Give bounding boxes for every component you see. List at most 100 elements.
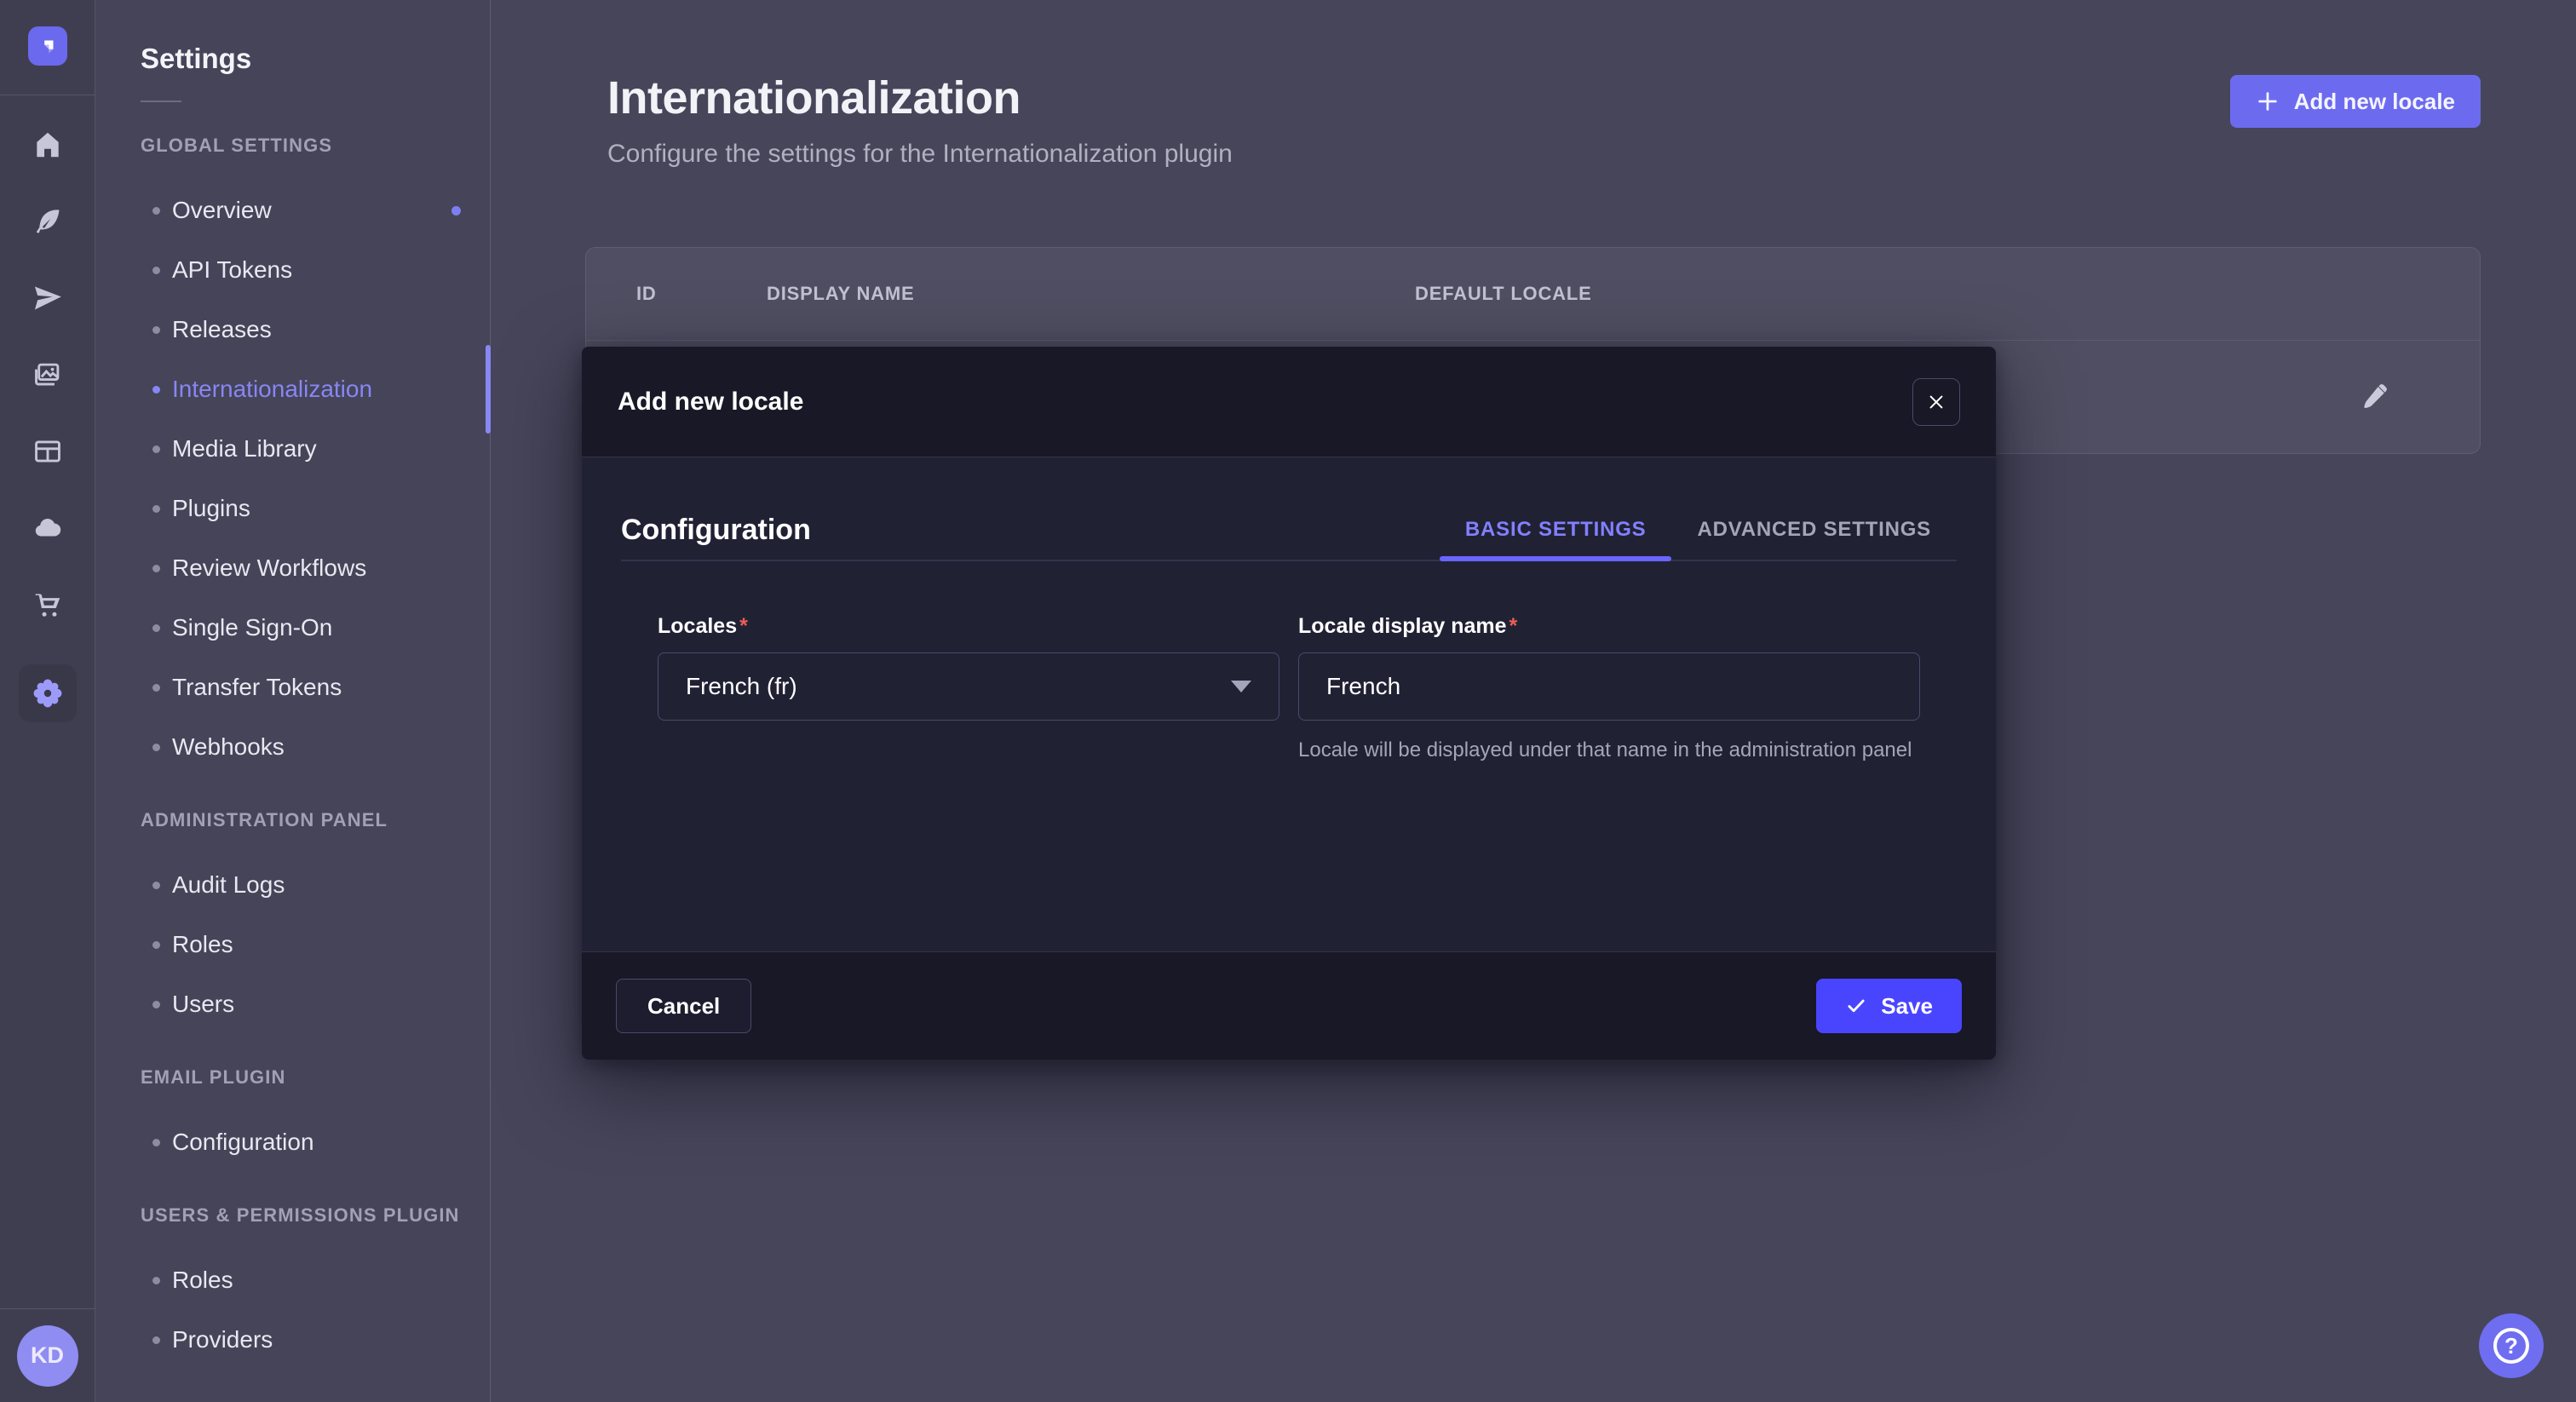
sidebar-item-internationalization[interactable]: Internationalization — [95, 359, 490, 419]
bullet-icon — [152, 1139, 160, 1146]
rail-nav — [19, 128, 77, 722]
section-heading: EMAIL PLUGIN — [95, 1065, 490, 1090]
paper-plane-icon[interactable] — [31, 281, 65, 315]
add-locale-modal: Add new locale Configuration BASIC SETTI… — [582, 347, 1996, 1060]
display-name-input[interactable] — [1298, 652, 1920, 721]
sidebar-item-label: Roles — [172, 1267, 233, 1294]
modal-footer: Cancel Save — [582, 951, 1996, 1060]
media-library-icon[interactable] — [31, 358, 65, 392]
sidebar-item-overview[interactable]: Overview — [95, 181, 490, 240]
marketplace-cart-icon[interactable] — [31, 588, 65, 622]
sidebar-item-users[interactable]: Users — [95, 974, 490, 1034]
modal-body: Configuration BASIC SETTINGS ADVANCED SE… — [582, 500, 1996, 994]
sidebar-item-label: API Tokens — [172, 256, 292, 284]
save-button[interactable]: Save — [1816, 979, 1962, 1033]
bullet-icon — [152, 624, 160, 632]
sidebar-item-label: Providers — [172, 1326, 273, 1353]
section-global-settings: GLOBAL SETTINGS Overview API Tokens Rele… — [95, 133, 490, 777]
configuration-heading: Configuration — [621, 514, 811, 547]
bullet-icon — [152, 505, 160, 513]
question-circle-icon: ? — [2493, 1328, 2529, 1364]
sidebar-item-providers[interactable]: Providers — [95, 1310, 490, 1370]
modal-header: Add new locale — [582, 347, 1996, 457]
save-button-label: Save — [1881, 993, 1933, 1020]
bullet-icon — [152, 207, 160, 215]
strapi-logo-icon — [37, 35, 59, 57]
sidebar-item-label: Review Workflows — [172, 554, 366, 582]
sidebar-item-plugins[interactable]: Plugins — [95, 479, 490, 538]
section-email-plugin: EMAIL PLUGIN Configuration — [95, 1065, 490, 1172]
column-header-id: ID — [636, 283, 767, 305]
sidebar-item-audit-logs[interactable]: Audit Logs — [95, 855, 490, 915]
user-avatar[interactable]: KD — [17, 1325, 78, 1387]
table-header-row: ID DISPLAY NAME DEFAULT LOCALE — [586, 248, 2480, 341]
tab-advanced-settings[interactable]: ADVANCED SETTINGS — [1671, 500, 1957, 560]
settings-tabs: BASIC SETTINGS ADVANCED SETTINGS — [1440, 500, 1957, 560]
bullet-icon — [152, 941, 160, 949]
bullet-icon — [152, 326, 160, 334]
chevron-down-icon — [1231, 681, 1251, 692]
bullet-icon — [152, 565, 160, 572]
section-heading: USERS & PERMISSIONS PLUGIN — [95, 1203, 490, 1228]
display-name-field-group: Locale display name* Locale will be disp… — [1298, 614, 1920, 765]
edit-pencil-icon[interactable] — [2359, 382, 2389, 412]
add-new-locale-button[interactable]: Add new locale — [2230, 75, 2481, 128]
locales-select[interactable]: French (fr) — [658, 652, 1279, 721]
sidebar-item-label: Roles — [172, 931, 233, 958]
column-header-default-locale: DEFAULT LOCALE — [1415, 283, 1592, 305]
sidebar-item-label: Users — [172, 991, 234, 1018]
locales-select-value: French (fr) — [686, 673, 797, 700]
settings-sidebar: Settings GLOBAL SETTINGS Overview API To… — [95, 0, 491, 1402]
add-new-locale-label: Add new locale — [2294, 89, 2455, 115]
section-users-permissions-plugin: USERS & PERMISSIONS PLUGIN Roles Provide… — [95, 1203, 490, 1370]
sidebar-item-email-configuration[interactable]: Configuration — [95, 1112, 490, 1172]
sidebar-item-label: Plugins — [172, 495, 250, 522]
page-header: Internationalization Configure the setti… — [492, 0, 2576, 169]
sidebar-item-webhooks[interactable]: Webhooks — [95, 717, 490, 777]
display-name-hint: Locale will be displayed under that name… — [1298, 736, 1920, 765]
plus-icon — [2256, 89, 2280, 113]
icon-rail: KD — [0, 0, 95, 1402]
bullet-icon — [152, 684, 160, 692]
home-icon[interactable] — [31, 128, 65, 162]
close-button[interactable] — [1912, 378, 1960, 426]
help-button[interactable]: ? — [2479, 1313, 2544, 1378]
required-asterisk: * — [739, 614, 748, 638]
sidebar-item-review-workflows[interactable]: Review Workflows — [95, 538, 490, 598]
feather-icon[interactable] — [31, 204, 65, 238]
sidebar-item-single-sign-on[interactable]: Single Sign-On — [95, 598, 490, 658]
section-administration-panel: ADMINISTRATION PANEL Audit Logs Roles Us… — [95, 807, 490, 1034]
bullet-icon — [152, 744, 160, 751]
page-subtitle: Configure the settings for the Internati… — [607, 140, 2481, 169]
rail-footer: KD — [0, 1308, 95, 1402]
modal-title: Add new locale — [618, 388, 803, 417]
bullet-icon — [152, 267, 160, 274]
sidebar-item-up-roles[interactable]: Roles — [95, 1250, 490, 1310]
sidebar-item-admin-roles[interactable]: Roles — [95, 915, 490, 974]
sidebar-item-label: Single Sign-On — [172, 614, 332, 641]
sidebar-item-api-tokens[interactable]: API Tokens — [95, 240, 490, 300]
section-heading: GLOBAL SETTINGS — [95, 133, 490, 158]
configuration-header-row: Configuration BASIC SETTINGS ADVANCED SE… — [621, 500, 1957, 561]
bullet-icon — [152, 882, 160, 889]
sidebar-item-label: Internationalization — [172, 376, 372, 403]
sidebar-item-transfer-tokens[interactable]: Transfer Tokens — [95, 658, 490, 717]
layout-icon[interactable] — [31, 434, 65, 468]
cloud-icon[interactable] — [31, 511, 65, 545]
bullet-icon — [152, 1277, 160, 1284]
display-name-label: Locale display name* — [1298, 614, 1920, 639]
locales-label-text: Locales — [658, 614, 737, 638]
sidebar-item-label: Configuration — [172, 1129, 314, 1156]
sidebar-item-media-library[interactable]: Media Library — [95, 419, 490, 479]
sidebar-item-label: Transfer Tokens — [172, 674, 342, 701]
bullet-icon — [152, 1336, 160, 1344]
page-title: Internationalization — [607, 72, 2481, 124]
strapi-logo[interactable] — [28, 26, 67, 66]
sidebar-title: Settings — [95, 43, 490, 75]
settings-gear-icon[interactable] — [19, 664, 77, 722]
sidebar-item-releases[interactable]: Releases — [95, 300, 490, 359]
tab-basic-settings[interactable]: BASIC SETTINGS — [1440, 500, 1672, 560]
cancel-button[interactable]: Cancel — [616, 979, 751, 1033]
check-icon — [1845, 995, 1867, 1017]
bullet-icon — [152, 386, 160, 394]
